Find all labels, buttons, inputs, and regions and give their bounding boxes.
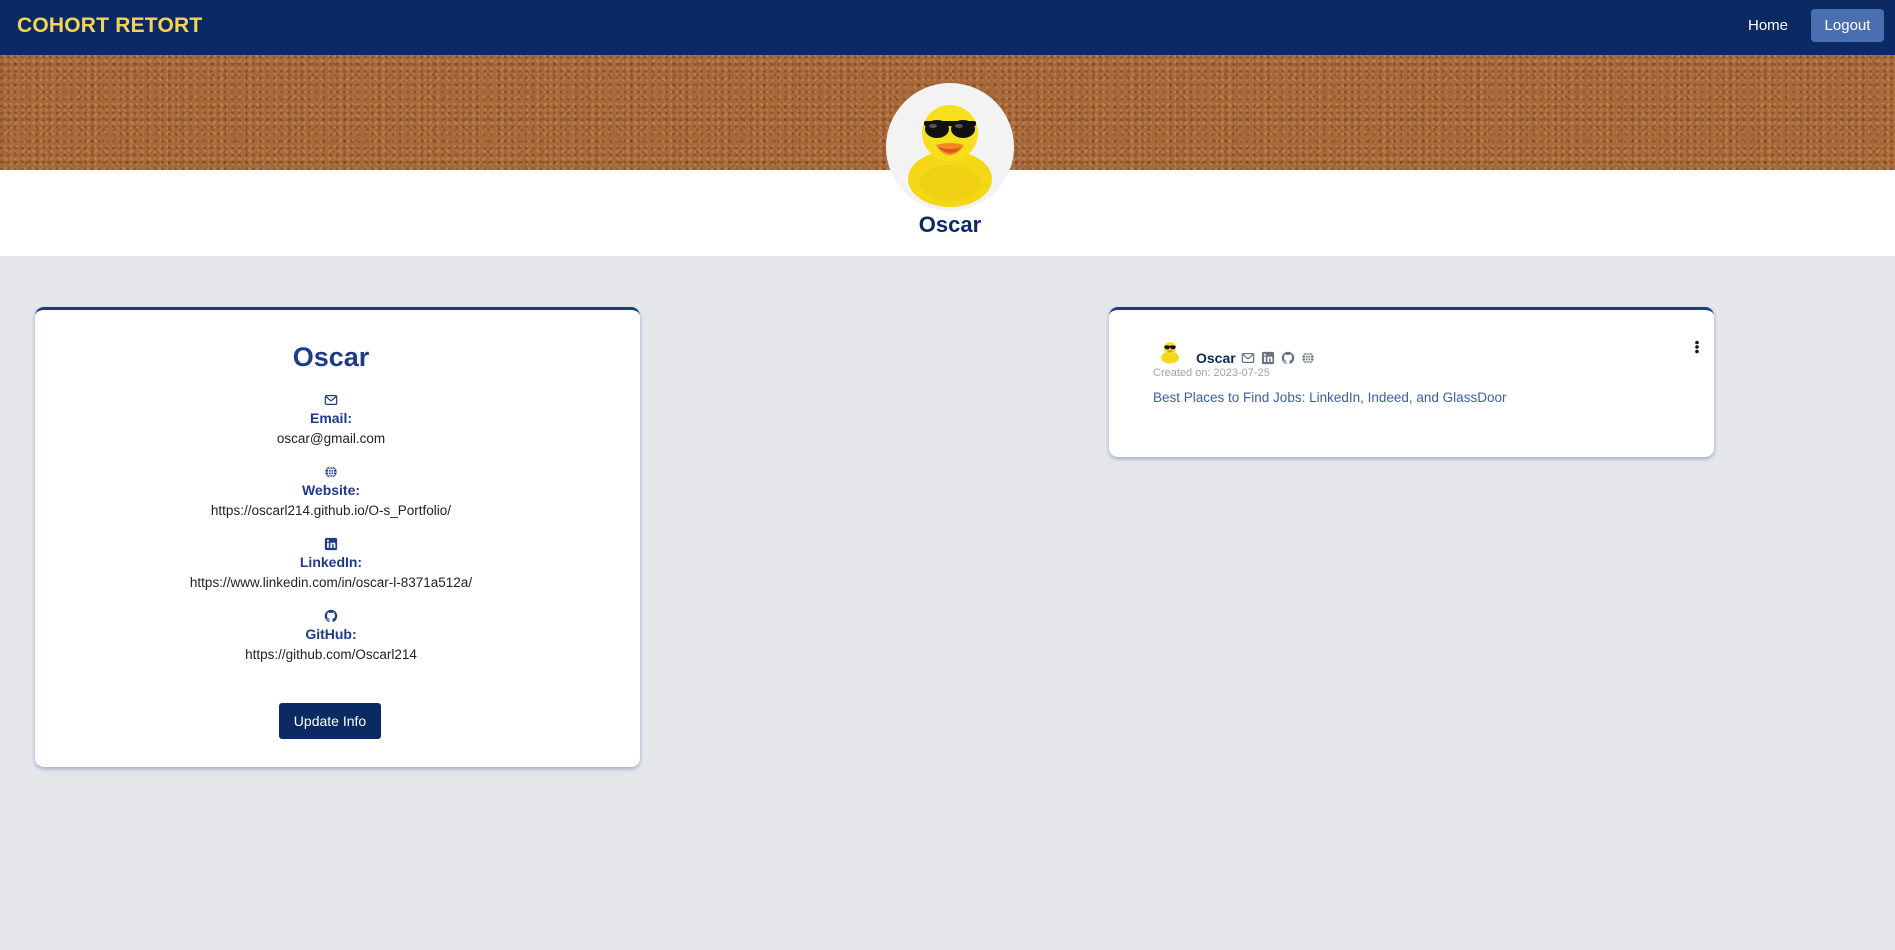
- envelope-icon[interactable]: [1241, 350, 1255, 364]
- linkedin-icon[interactable]: [1261, 350, 1275, 365]
- post-card: Oscar Created on: 2023-07-25 Best Places…: [1109, 307, 1714, 457]
- linkedin-info: LinkedIn: https://www.linkedin.com/in/os…: [35, 536, 627, 590]
- globe-icon: [324, 464, 338, 479]
- github-label: GitHub:: [305, 626, 357, 642]
- globe-icon[interactable]: [1301, 350, 1315, 365]
- linkedin-label: LinkedIn:: [299, 554, 363, 570]
- website-value[interactable]: https://oscarl214.github.io/O-s_Portfoli…: [35, 503, 627, 518]
- top-navbar: COHORT RETORT Home Logout: [0, 0, 1895, 55]
- post-author-avatar: [1157, 338, 1183, 364]
- brand-logo[interactable]: COHORT RETORT: [17, 14, 202, 38]
- post-author-name[interactable]: Oscar: [1196, 350, 1236, 366]
- linkedin-icon: [324, 536, 338, 551]
- rubber-duck-icon: [1161, 342, 1179, 364]
- rubber-duck-icon: [908, 105, 992, 207]
- github-icon[interactable]: [1281, 350, 1295, 364]
- email-value: oscar@gmail.com: [276, 431, 386, 446]
- post-created-date: Created on: 2023-07-25: [1153, 367, 1270, 379]
- website-label: Website:: [301, 482, 361, 498]
- user-info-card: Oscar Email: oscar@gmail.com Website: ht…: [35, 307, 640, 767]
- email-label: Email:: [309, 410, 352, 426]
- envelope-icon: [324, 392, 338, 406]
- kebab-menu-icon[interactable]: [1694, 339, 1700, 354]
- github-info: GitHub: https://github.com/Oscarl214: [35, 608, 627, 662]
- info-card-title: Oscar: [292, 342, 370, 372]
- home-link[interactable]: Home: [1740, 9, 1796, 42]
- website-info: Website: https://oscarl214.github.io/O-s…: [35, 464, 627, 518]
- email-info: Email: oscar@gmail.com: [35, 392, 627, 446]
- profile-name: Oscar: [918, 212, 982, 237]
- github-value[interactable]: https://github.com/Oscarl214: [35, 647, 627, 662]
- post-author-links: [1241, 350, 1315, 365]
- profile-avatar: [886, 83, 1014, 211]
- update-info-button[interactable]: Update Info: [279, 703, 381, 739]
- logout-button[interactable]: Logout: [1811, 9, 1884, 42]
- post-content[interactable]: Best Places to Find Jobs: LinkedIn, Inde…: [1153, 390, 1506, 405]
- github-icon: [324, 608, 338, 622]
- linkedin-value[interactable]: https://www.linkedin.com/in/oscar-l-8371…: [35, 575, 627, 590]
